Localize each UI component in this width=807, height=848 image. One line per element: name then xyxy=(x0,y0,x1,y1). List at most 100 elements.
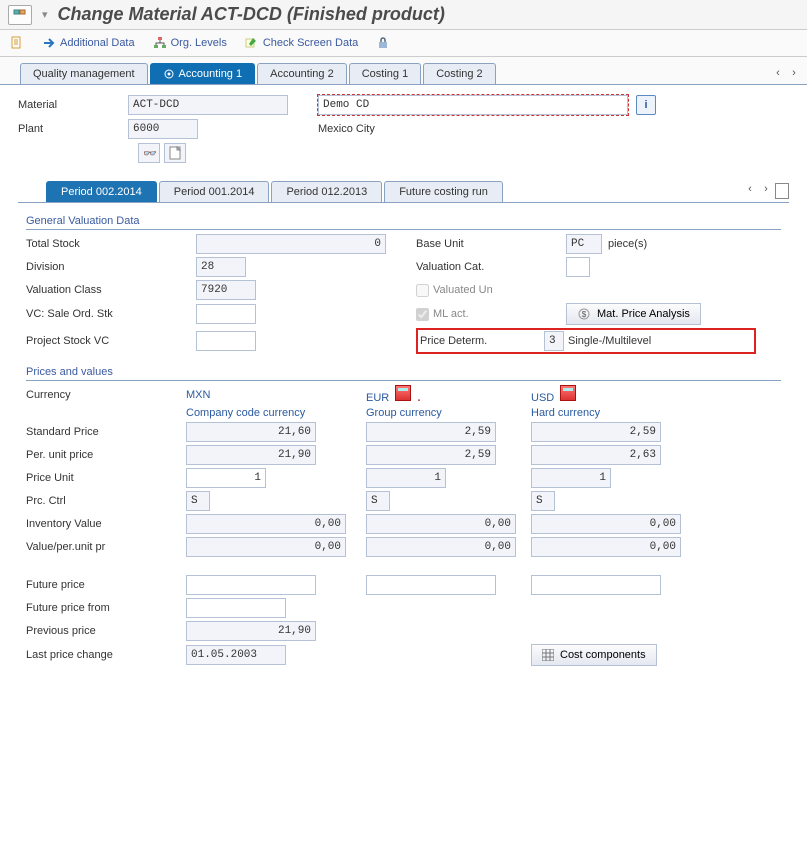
calculator-icon[interactable] xyxy=(560,385,576,401)
valuation-class-field[interactable] xyxy=(196,280,256,300)
tab-costing-1[interactable]: Costing 1 xyxy=(349,63,421,84)
document-icon xyxy=(10,36,24,50)
valuation-cat-label: Valuation Cat. xyxy=(416,261,566,273)
material-field[interactable] xyxy=(128,95,288,115)
future-price-mxn[interactable] xyxy=(186,575,316,595)
additional-data-button[interactable]: Additional Data xyxy=(42,36,135,50)
future-price-usd[interactable] xyxy=(531,575,661,595)
subtab-future-costing[interactable]: Future costing run xyxy=(384,181,503,202)
vc-sale-field[interactable] xyxy=(196,304,256,324)
price-unit-label: Price Unit xyxy=(26,472,186,484)
price-determ-field[interactable] xyxy=(544,331,564,351)
price-determ-text: Single-/Multilevel xyxy=(568,335,651,347)
division-label: Division xyxy=(26,261,196,273)
future-price-label: Future price xyxy=(26,579,186,591)
header-form: Material i Plant Mexico City 👓 xyxy=(0,85,807,169)
prc-ctrl-mxn[interactable] xyxy=(186,491,210,511)
org-levels-button[interactable]: Org. Levels xyxy=(153,36,227,50)
last-price-change-field[interactable] xyxy=(186,645,286,665)
cost-components-button[interactable]: Cost components xyxy=(531,644,657,666)
prc-ctrl-usd[interactable] xyxy=(531,491,555,511)
info-icon[interactable]: i xyxy=(636,95,656,115)
subtab-period-002-2014[interactable]: Period 002.2014 xyxy=(46,181,157,202)
base-unit-field[interactable] xyxy=(566,234,602,254)
valuated-un-checkbox: Valuated Un xyxy=(416,284,566,297)
valuation-cat-field[interactable] xyxy=(566,257,590,277)
valuation-class-label: Valuation Class xyxy=(26,284,196,296)
lock-button[interactable] xyxy=(376,36,390,50)
inventory-value-usd[interactable] xyxy=(531,514,681,534)
check-screen-button[interactable]: Check Screen Data xyxy=(245,36,358,50)
currency-eur-sub: Group currency xyxy=(366,407,531,419)
back-button[interactable] xyxy=(10,36,24,50)
previous-price-label: Previous price xyxy=(26,625,186,637)
check-icon xyxy=(245,36,259,50)
value-per-unit-label: Value/per.unit pr xyxy=(26,541,186,553)
subtab-expand-icon[interactable] xyxy=(775,183,789,199)
main-tabstrip: Quality management Accounting 1 Accounti… xyxy=(0,57,807,85)
period-tabstrip: Period 002.2014 Period 001.2014 Period 0… xyxy=(18,175,789,203)
prices-section: Prices and values Currency MXN EUR . USD… xyxy=(26,366,781,666)
total-stock-label: Total Stock xyxy=(26,238,196,250)
subtab-next[interactable]: › xyxy=(759,183,773,199)
base-unit-label: Base Unit xyxy=(416,238,566,250)
mat-price-analysis-button[interactable]: $ Mat. Price Analysis xyxy=(566,303,701,325)
total-stock-field[interactable] xyxy=(196,234,386,254)
arrow-right-icon xyxy=(42,36,56,50)
value-per-unit-eur[interactable] xyxy=(366,537,516,557)
svg-text:$: $ xyxy=(582,310,587,319)
per-unit-mxn[interactable] xyxy=(186,445,316,465)
prc-ctrl-eur[interactable] xyxy=(366,491,390,511)
project-stock-field[interactable] xyxy=(196,331,256,351)
currency-usd-sub: Hard currency xyxy=(531,407,711,419)
per-unit-eur[interactable] xyxy=(366,445,496,465)
tab-accounting-1[interactable]: Accounting 1 xyxy=(150,63,256,84)
value-per-unit-usd[interactable] xyxy=(531,537,681,557)
price-unit-usd[interactable] xyxy=(531,468,611,488)
display-button[interactable]: 👓 xyxy=(138,143,160,163)
base-unit-text: piece(s) xyxy=(608,238,647,250)
prc-ctrl-label: Prc. Ctrl xyxy=(26,495,186,507)
material-desc-field[interactable] xyxy=(318,95,628,115)
toolbar: Additional Data Org. Levels Check Screen… xyxy=(0,30,807,57)
future-price-from-label: Future price from xyxy=(26,602,186,614)
price-unit-mxn[interactable] xyxy=(186,468,266,488)
previous-price-field[interactable] xyxy=(186,621,316,641)
calculator-icon[interactable] xyxy=(395,385,411,401)
material-label: Material xyxy=(18,99,128,111)
division-field[interactable] xyxy=(196,257,246,277)
ml-act-checkbox: ML act. xyxy=(416,308,566,321)
future-price-eur[interactable] xyxy=(366,575,496,595)
std-price-eur[interactable] xyxy=(366,422,496,442)
subtab-prev[interactable]: ‹ xyxy=(743,183,757,199)
inventory-value-eur[interactable] xyxy=(366,514,516,534)
per-unit-usd[interactable] xyxy=(531,445,661,465)
subtab-period-001-2014[interactable]: Period 001.2014 xyxy=(159,181,270,202)
page-icon xyxy=(169,146,181,160)
price-determ-label: Price Determ. xyxy=(420,335,540,347)
subtab-period-012-2013[interactable]: Period 012.2013 xyxy=(271,181,382,202)
tab-accounting-2[interactable]: Accounting 2 xyxy=(257,63,347,84)
std-price-usd[interactable] xyxy=(531,422,661,442)
menu-icon[interactable] xyxy=(8,5,32,25)
general-valuation-section: General Valuation Data Total Stock Base … xyxy=(26,215,781,354)
new-page-button[interactable] xyxy=(164,143,186,163)
gear-icon xyxy=(163,68,175,80)
price-unit-eur[interactable] xyxy=(366,468,446,488)
std-price-mxn[interactable] xyxy=(186,422,316,442)
tab-costing-2[interactable]: Costing 2 xyxy=(423,63,495,84)
value-per-unit-mxn[interactable] xyxy=(186,537,346,557)
inventory-value-label: Inventory Value xyxy=(26,518,186,530)
currency-label: Currency xyxy=(26,389,186,401)
future-price-from-field[interactable] xyxy=(186,598,286,618)
tab-quality-management[interactable]: Quality management xyxy=(20,63,148,84)
tab-prev[interactable]: ‹ xyxy=(771,67,785,79)
plant-field[interactable] xyxy=(128,119,198,139)
plant-label: Plant xyxy=(18,123,128,135)
tab-next[interactable]: › xyxy=(787,67,801,79)
inventory-value-mxn[interactable] xyxy=(186,514,346,534)
price-determination-highlight: Price Determ. Single-/Multilevel xyxy=(416,328,756,354)
lock-icon xyxy=(376,36,390,50)
grid-icon xyxy=(542,649,554,661)
project-stock-label: Project Stock VC xyxy=(26,335,196,347)
